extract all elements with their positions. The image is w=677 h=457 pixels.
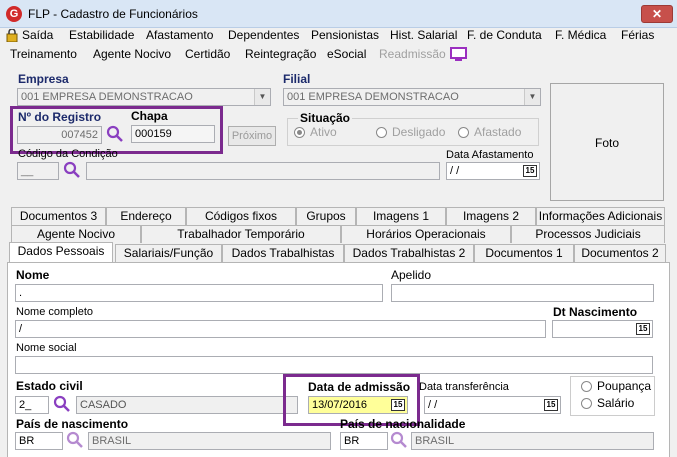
- salario-label: Salário: [597, 396, 635, 410]
- situacao-ativo-radio: [294, 127, 305, 138]
- estado-civil-code-input[interactable]: 2_: [15, 396, 49, 414]
- situacao-desligado-radio: [376, 127, 387, 138]
- salario-radio[interactable]: [581, 398, 592, 409]
- nome-completo-label: Nome completo: [16, 306, 94, 318]
- tab-codigos-fixos[interactable]: Códigos fixos: [186, 207, 296, 225]
- nome-input[interactable]: .: [15, 284, 383, 302]
- pais-nascimento-label: País de nascimento: [16, 417, 129, 431]
- nome-completo-input[interactable]: /: [15, 320, 546, 338]
- situacao-desligado-label: Desligado: [392, 125, 446, 139]
- tab-trabalhador-temporario[interactable]: Trabalhador Temporário: [141, 225, 341, 243]
- menu-agente-nocivo[interactable]: Agente Nocivo: [93, 47, 171, 61]
- data-afastamento-label: Data Afastamento: [446, 149, 534, 161]
- codigo-condicao-input[interactable]: __: [17, 162, 59, 180]
- apelido-label: Apelido: [391, 268, 432, 282]
- tab-dados-pessoais[interactable]: Dados Pessoais: [9, 242, 113, 262]
- menu-ferias[interactable]: Férias: [621, 28, 654, 42]
- tab-agente-nocivo[interactable]: Agente Nocivo: [11, 225, 141, 243]
- codigo-condicao-desc: [86, 162, 440, 180]
- poupanca-label: Poupança: [597, 379, 652, 393]
- nome-social-input[interactable]: [15, 356, 653, 374]
- lock-exit-icon[interactable]: [6, 29, 18, 42]
- search-icon[interactable]: [390, 431, 408, 449]
- menu-reintegracao[interactable]: Reintegração: [245, 47, 316, 61]
- highlight-registro-chapa: [10, 106, 223, 154]
- menu-saida[interactable]: Saída: [22, 28, 53, 42]
- calendar-icon[interactable]: 15: [523, 165, 537, 177]
- menu-esocial[interactable]: eSocial: [327, 47, 366, 61]
- data-transferencia-value: / /: [428, 399, 438, 411]
- calendar-icon[interactable]: 15: [544, 399, 558, 411]
- close-button[interactable]: ✕: [641, 5, 673, 23]
- situacao-afastado-radio: [458, 127, 469, 138]
- situacao-ativo-label: Ativo: [310, 125, 337, 139]
- menu-f-conduta[interactable]: F. de Conduta: [467, 28, 542, 42]
- pais-nascimento-desc: BRASIL: [88, 432, 331, 450]
- nome-social-label: Nome social: [16, 342, 77, 354]
- empresa-label: Empresa: [18, 72, 69, 86]
- tab-imagens-2[interactable]: Imagens 2: [446, 207, 536, 225]
- pais-nascimento-code-input[interactable]: BR: [15, 432, 63, 450]
- menu-f-medica[interactable]: F. Médica: [555, 28, 606, 42]
- chevron-down-icon[interactable]: ▼: [254, 89, 270, 105]
- menu-readmissao: Readmissão: [379, 47, 446, 61]
- menu-certidao[interactable]: Certidão: [185, 47, 230, 61]
- tab-documentos-3[interactable]: Documentos 3: [11, 207, 106, 225]
- tab-informacoes-adicionais[interactable]: Informações Adicionais: [536, 207, 665, 225]
- menu-estabilidade[interactable]: Estabilidade: [69, 28, 134, 42]
- tab-horarios-operacionais[interactable]: Horários Operacionais: [341, 225, 511, 243]
- tab-documentos-1[interactable]: Documentos 1: [474, 244, 574, 262]
- situacao-afastado-label: Afastado: [474, 125, 522, 139]
- filial-select[interactable]: 001 EMPRESA DEMONSTRACAO ▼: [283, 88, 541, 106]
- pais-nacionalidade-label: País de nacionalidade: [340, 417, 466, 431]
- situacao-label: Situação: [298, 111, 353, 125]
- poupanca-radio[interactable]: [581, 381, 592, 392]
- menu-dependentes[interactable]: Dependentes: [228, 28, 299, 42]
- nome-label: Nome: [16, 268, 50, 282]
- tab-salariais-funcao[interactable]: Salariais/Função: [115, 244, 222, 262]
- tab-documentos-2[interactable]: Documentos 2: [574, 244, 666, 262]
- tab-endereco[interactable]: Endereço: [106, 207, 186, 225]
- photo-label: Foto: [594, 136, 619, 150]
- monitor-icon[interactable]: [450, 47, 467, 61]
- data-afastamento-value: / /: [450, 165, 460, 177]
- dt-nascimento-label: Dt Nascimento: [553, 305, 638, 319]
- data-transferencia-input[interactable]: / / 15: [424, 396, 561, 414]
- estado-civil-label: Estado civil: [16, 379, 83, 393]
- app-logo-icon: G: [6, 6, 22, 22]
- data-afastamento-input[interactable]: / / 15: [446, 162, 540, 180]
- empresa-value: 001 EMPRESA DEMONSTRACAO: [21, 91, 193, 103]
- calendar-icon[interactable]: 15: [636, 323, 650, 335]
- menu-pensionistas[interactable]: Pensionistas: [311, 28, 379, 42]
- chevron-down-icon[interactable]: ▼: [524, 89, 540, 105]
- proximo-button: Próximo: [228, 126, 276, 146]
- estado-civil-desc: CASADO: [76, 396, 298, 414]
- pais-nacionalidade-desc: BRASIL: [411, 432, 654, 450]
- apelido-input[interactable]: [391, 284, 654, 302]
- search-icon[interactable]: [66, 431, 84, 449]
- menu-afastamento[interactable]: Afastamento: [146, 28, 213, 42]
- menu-hist-salarial[interactable]: Hist. Salarial: [390, 28, 457, 42]
- codigo-condicao-label: Código da Condição: [18, 148, 118, 160]
- tab-dados-trabalhistas-2[interactable]: Dados Trabalhistas 2: [344, 244, 474, 262]
- data-transferencia-label: Data transferência: [419, 381, 509, 393]
- photo-frame[interactable]: Foto: [550, 83, 664, 201]
- empresa-select[interactable]: 001 EMPRESA DEMONSTRACAO ▼: [17, 88, 271, 106]
- tab-grupos[interactable]: Grupos: [296, 207, 356, 225]
- search-icon[interactable]: [63, 161, 81, 179]
- search-icon[interactable]: [53, 395, 71, 413]
- tab-processos-judiciais[interactable]: Processos Judiciais: [511, 225, 665, 243]
- menu-treinamento[interactable]: Treinamento: [10, 47, 77, 61]
- filial-value: 001 EMPRESA DEMONSTRACAO: [287, 91, 459, 103]
- window-title: FLP - Cadastro de Funcionários: [28, 7, 198, 21]
- tab-imagens-1[interactable]: Imagens 1: [356, 207, 446, 225]
- pais-nacionalidade-code-input[interactable]: BR: [340, 432, 388, 450]
- dt-nascimento-input[interactable]: 15: [552, 320, 653, 338]
- tab-dados-trabalhistas[interactable]: Dados Trabalhistas: [222, 244, 344, 262]
- filial-label: Filial: [283, 72, 311, 86]
